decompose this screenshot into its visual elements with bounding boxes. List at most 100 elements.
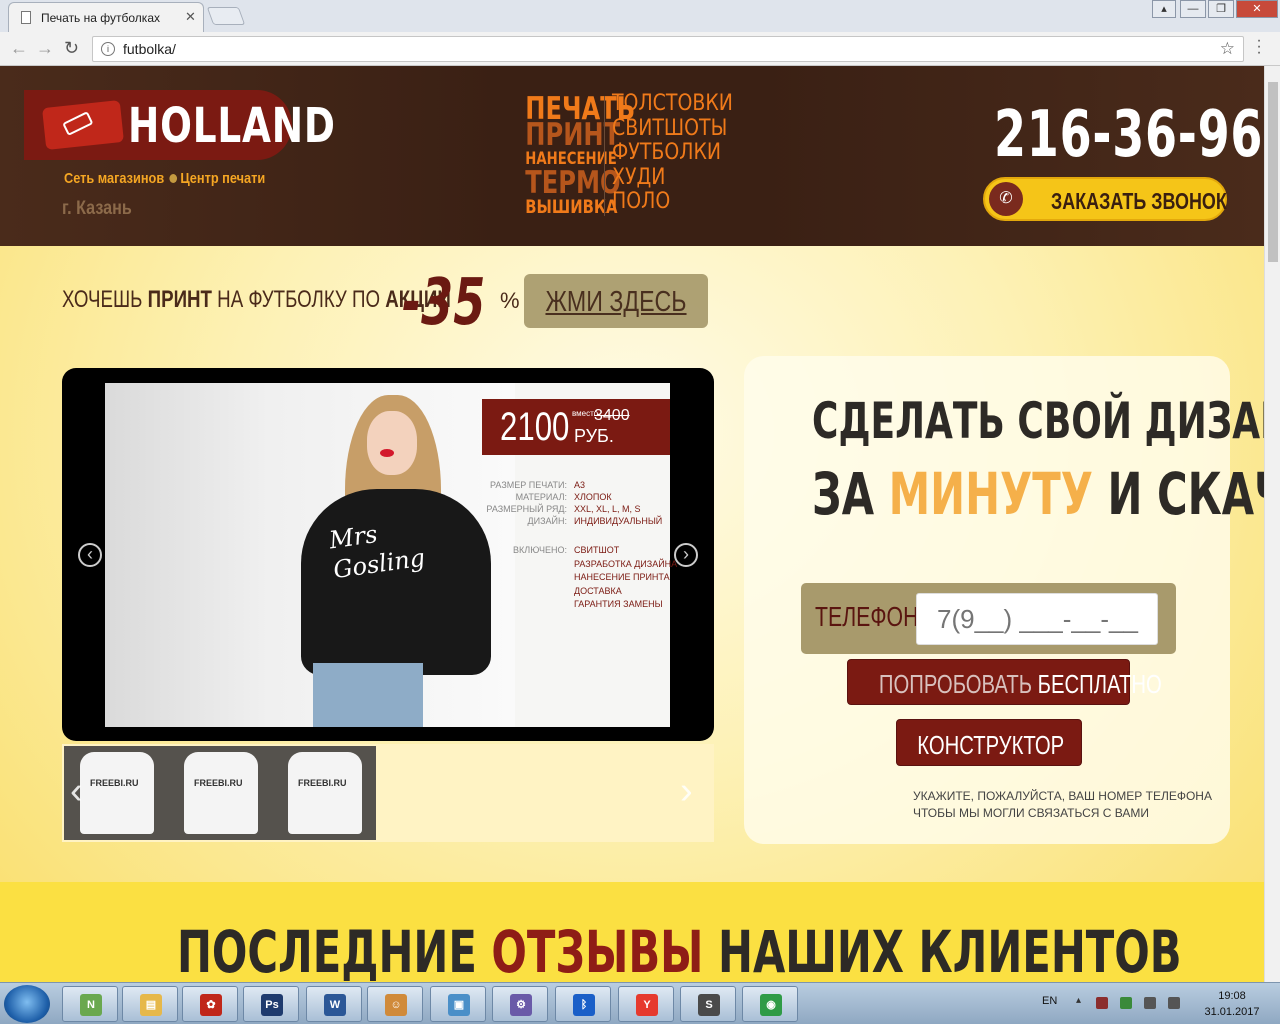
tab-title: Печать на футболках	[41, 11, 160, 25]
promo-discount: -35	[402, 266, 486, 340]
browser-menu-icon[interactable]: · · ·	[1254, 33, 1264, 61]
service-item: ТЕРМО	[525, 165, 621, 201]
promo-text-part: НА ФУТБОЛКУ ПО	[211, 286, 386, 313]
clock-time[interactable]: 19:08	[1202, 990, 1262, 1002]
thumbnail[interactable]: FREEBI.RU	[168, 746, 272, 840]
reviews-title: ПОСЛЕДНИЕ ОТЗЫВЫ НАШИХ КЛИЕНТОВ	[176, 918, 1182, 982]
product-item: ФУТБОЛКИ	[612, 140, 722, 166]
slider-next-button[interactable]: ›	[674, 543, 698, 567]
form-title-highlight: МИНУТУ	[888, 460, 1093, 528]
price-badge: 2100 вместо 3400 РУБ.	[482, 399, 670, 455]
tshirt-image: FREEBI.RU	[80, 752, 154, 834]
close-window-button[interactable]: ✕	[1236, 0, 1278, 18]
url-text: futbolka/	[123, 41, 176, 57]
taskbar-button[interactable]: ◉	[742, 986, 798, 1022]
photoshop-app-icon: Ps	[261, 994, 283, 1016]
taskbar-button[interactable]: ✿	[182, 986, 238, 1022]
order-call-label: ЗАКАЗАТЬ ЗВОНОК	[1051, 188, 1227, 214]
browser-tab[interactable]: Печать на футболках ✕	[8, 2, 204, 32]
taskbar-button[interactable]: ⚙	[492, 986, 548, 1022]
promo-text-part: ХОЧЕШЬ	[62, 286, 148, 313]
system-tray: EN ▴ 19:08 31.01.2017	[1036, 983, 1280, 1025]
taskbar-button[interactable]: N	[62, 986, 118, 1022]
promo-button-label: ЖМИ ЗДЕСЬ	[545, 286, 687, 318]
spec-key: РАЗМЕР ПЕЧАТИ:	[490, 480, 567, 490]
form-title-line1: СДЕЛАТЬ СВОЙ ДИЗАЙН	[812, 392, 1264, 450]
file-explorer-app-icon: ▤	[140, 994, 162, 1016]
word-app-icon: W	[324, 994, 346, 1016]
reviews-title-highlight: ОТЗЫВЫ	[491, 918, 704, 982]
address-bar[interactable]: i futbolka/ ☆	[92, 36, 1244, 62]
taskbar-button[interactable]: Y	[618, 986, 674, 1022]
order-call-button[interactable]: ✆ ЗАКАЗАТЬ ЗВОНОК	[983, 177, 1227, 221]
tshirt-image: FREEBI.RU	[184, 752, 258, 834]
bookmark-star-icon[interactable]: ☆	[1220, 39, 1235, 59]
promo-button[interactable]: ЖМИ ЗДЕСЬ	[524, 274, 708, 328]
reviews-title-part: ПОСЛЕДНИЕ	[176, 918, 492, 982]
phone-field-group: ТЕЛЕФОН:	[801, 583, 1176, 654]
thumbs-prev-icon[interactable]: ‹	[70, 770, 83, 813]
new-tab-button[interactable]	[206, 7, 246, 25]
taskbar-button[interactable]: W	[306, 986, 362, 1022]
minimize-button[interactable]: —	[1180, 0, 1206, 18]
clock-date[interactable]: 31.01.2017	[1196, 1006, 1268, 1018]
taskbar-button[interactable]: ▣	[430, 986, 486, 1022]
scrollbar-thumb[interactable]	[1268, 82, 1278, 262]
products-list-right: ТОЛСТОВКИ СВИТШОТЫ ФУТБОЛКИ ХУДИ ПОЛО	[612, 91, 733, 215]
slider-prev-button[interactable]: ‹	[78, 543, 102, 567]
security-icon[interactable]	[1120, 997, 1132, 1009]
try-free-button[interactable]: ПОПРОБОВАТЬ БЕСПЛАТНО	[847, 659, 1162, 705]
reviews-title-part: НАШИХ КЛИЕНТОВ	[703, 918, 1182, 982]
thumbnail[interactable]: FREEBI.RU	[272, 746, 376, 840]
taskbar-button[interactable]: ▤	[122, 986, 178, 1022]
constructor-button[interactable]: КОНСТРУКТОР	[896, 719, 1082, 766]
taskbar-button[interactable]: S	[680, 986, 736, 1022]
forward-arrow-icon[interactable]: →	[36, 38, 54, 59]
constructor-label: КОНСТРУКТОР	[917, 730, 1065, 760]
included-item: РАЗРАБОТКА ДИЗАЙНА	[574, 558, 678, 569]
included-item: ГАРАНТИЯ ЗАМЕНЫ	[574, 599, 663, 609]
reload-icon[interactable]: ↻	[64, 38, 79, 59]
phone-input[interactable]	[916, 593, 1158, 645]
volume-icon[interactable]	[1168, 997, 1180, 1009]
taskbar-button[interactable]: Ps	[243, 986, 299, 1022]
promo-percent: %	[500, 288, 520, 313]
service-item: ПРИНТ	[525, 117, 621, 153]
maximize-button[interactable]: ❐	[1208, 0, 1234, 18]
try-free-label: ПОПРОБОВАТЬ БЕСПЛАТНО	[878, 669, 1162, 700]
user-profile-icon[interactable]: ▴	[1152, 0, 1176, 18]
logo-subtitle: Сеть магазинов Центр печати	[64, 170, 265, 187]
spec-value: XXL, XL, L, M, S	[574, 504, 641, 514]
info-icon[interactable]: i	[101, 42, 115, 56]
logo[interactable]: HOLLAND	[24, 90, 335, 160]
services-divider	[604, 96, 605, 216]
start-button[interactable]	[4, 985, 50, 1023]
spec-key: ДИЗАЙН:	[527, 516, 567, 526]
network-icon[interactable]	[1144, 997, 1156, 1009]
language-indicator[interactable]: EN	[1042, 995, 1057, 1007]
form-note-line1: УКАЖИТЕ, ПОЖАЛУЙСТА, ВАШ НОМЕР ТЕЛЕФОНА	[913, 789, 1212, 803]
included-label: ВКЛЮЧЕНО:	[513, 545, 567, 555]
product-slider: Mrs Gosling 2100 вместо 3400 РУБ. РАЗМЕР …	[62, 368, 714, 741]
phone-label: ТЕЛЕФОН:	[815, 601, 925, 632]
services-list-left: ПЕЧАТЬ ПРИНТ НАНЕСЕНИЕ ТЕРМО ВЫШИВКА	[525, 94, 635, 219]
back-arrow-icon[interactable]: ←	[10, 38, 28, 59]
flag-icon[interactable]	[1096, 997, 1108, 1009]
bluetooth-app-icon: ᛒ	[573, 994, 595, 1016]
spec-value: ИНДИВИДУАЛЬНЫЙ	[574, 516, 663, 526]
phone-number[interactable]: 216-36-96	[994, 98, 1263, 172]
logo-subtitle-print-center: Центр печати	[180, 170, 266, 187]
taskbar-button[interactable]: ☺	[367, 986, 423, 1022]
thumbnail-label: FREEBI.RU	[90, 778, 139, 788]
thumbs-next-icon[interactable]: ›	[680, 770, 693, 813]
try-free-label-part: ПОПРОБОВАТЬ	[878, 669, 1038, 699]
form-note: УКАЖИТЕ, ПОЖАЛУЙСТА, ВАШ НОМЕР ТЕЛЕФОНА Ч…	[913, 788, 1212, 822]
included-item: ДОСТАВКА	[574, 585, 622, 596]
sublime-text-app-icon: S	[698, 994, 720, 1016]
taskbar-button[interactable]: ᛒ	[555, 986, 611, 1022]
page-scrollbar[interactable]	[1264, 66, 1280, 982]
tray-expand-icon[interactable]: ▴	[1076, 995, 1084, 1007]
close-tab-icon[interactable]: ✕	[185, 9, 196, 25]
product-item: ТОЛСТОВКИ	[612, 91, 733, 116]
thumbnail-strip: FREEBI.RU FREEBI.RU FREEBI.RU ‹ ›	[62, 744, 714, 842]
